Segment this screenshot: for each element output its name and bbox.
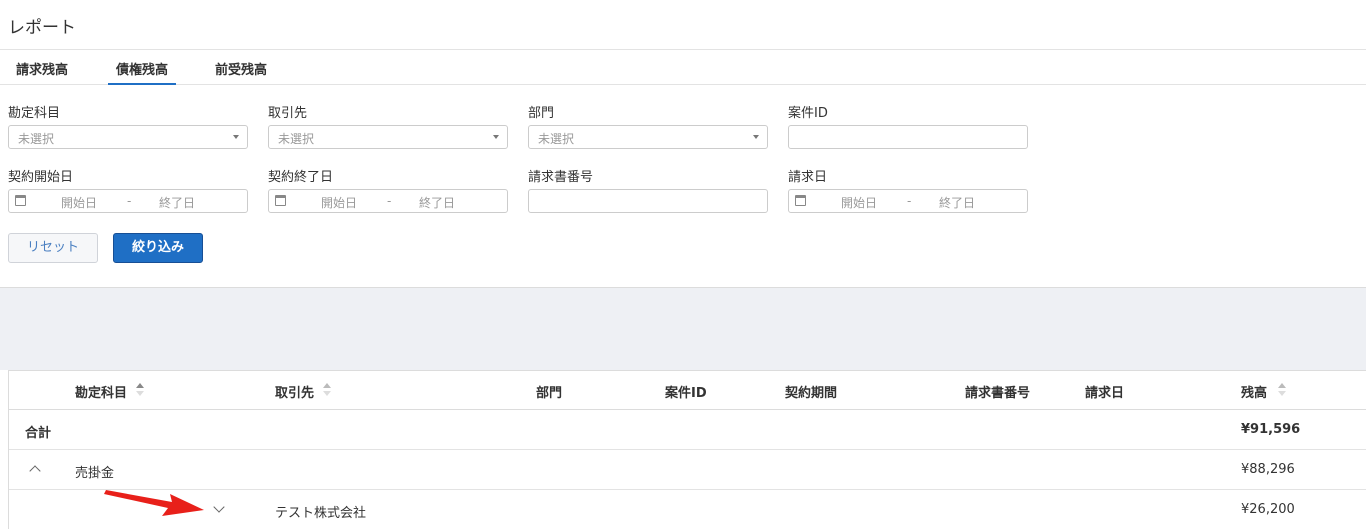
range-separator: - (387, 194, 392, 208)
range-separator: - (907, 194, 912, 208)
caret-down-icon (493, 135, 499, 139)
balance-table: 勘定科目 取引先 部門 案件ID 契約期間 請求書番号 請求日 残高 合計 ¥9… (8, 370, 1366, 529)
range-end-placeholder: 終了日 (419, 196, 456, 210)
contract-end-range[interactable]: 開始日 - 終了日 (268, 189, 508, 213)
annotation-arrow-icon (104, 490, 204, 516)
invoice-date-range[interactable]: 開始日 - 終了日 (788, 189, 1028, 213)
total-label: 合計 (25, 426, 52, 441)
column-partner[interactable]: 取引先 (275, 382, 314, 401)
column-department: 部門 (536, 386, 563, 401)
column-account[interactable]: 勘定科目 (75, 382, 127, 401)
chevron-down-icon[interactable] (213, 501, 225, 513)
invoice-number-label: 請求書番号 (528, 170, 594, 185)
project-id-input[interactable] (788, 125, 1028, 149)
sort-icon[interactable] (136, 383, 144, 397)
contract-start-range[interactable]: 開始日 - 終了日 (8, 189, 248, 213)
partner-select-placeholder: 未選択 (278, 132, 315, 146)
column-balance[interactable]: 残高 (1241, 382, 1267, 401)
table-row: 売掛金 ¥88,296 (9, 450, 1366, 490)
sort-icon[interactable] (323, 383, 331, 397)
page-header: レポート (0, 0, 1366, 50)
calendar-icon (15, 195, 26, 206)
sort-icon[interactable] (1278, 383, 1286, 397)
account-label: 勘定科目 (8, 106, 61, 121)
range-end-placeholder: 終了日 (159, 196, 196, 210)
filter-button[interactable]: 絞り込み (113, 233, 203, 263)
tab-billing-balance[interactable]: 請求残高 (16, 59, 68, 78)
range-separator: - (127, 194, 132, 208)
tab-receivables-balance[interactable]: 債権残高 (107, 59, 177, 85)
calendar-icon (795, 195, 806, 206)
caret-down-icon (753, 135, 759, 139)
account-cell: 売掛金 (75, 466, 115, 481)
department-select-placeholder: 未選択 (538, 132, 575, 146)
range-start-placeholder: 開始日 (61, 196, 98, 210)
range-end-placeholder: 終了日 (939, 196, 976, 210)
contract-end-label: 契約終了日 (268, 170, 334, 185)
total-row: 合計 ¥91,596 (9, 410, 1366, 450)
total-balance: ¥91,596 (1241, 422, 1301, 437)
contract-start-label: 契約開始日 (8, 170, 74, 185)
partner-label: 取引先 (268, 106, 308, 121)
column-project-id: 案件ID (665, 386, 707, 401)
tab-advance-balance[interactable]: 前受残高 (215, 59, 267, 78)
invoice-number-input[interactable] (528, 189, 768, 213)
tab-bar: 請求残高 債権残高 前受残高 (0, 50, 1366, 85)
partner-select[interactable]: 未選択 (268, 125, 508, 149)
table-row: テスト株式会社 ¥26,200 (25, 490, 1366, 529)
content-background (0, 288, 1366, 370)
column-contract-period: 契約期間 (785, 386, 838, 401)
page-title: レポート (8, 18, 76, 38)
calendar-icon (275, 195, 286, 206)
range-start-placeholder: 開始日 (841, 196, 878, 210)
department-select[interactable]: 未選択 (528, 125, 768, 149)
column-invoice-number: 請求書番号 (965, 386, 1031, 401)
caret-down-icon (233, 135, 239, 139)
column-invoice-date: 請求日 (1085, 386, 1125, 401)
account-select-placeholder: 未選択 (18, 132, 55, 146)
balance-cell: ¥26,200 (1241, 502, 1295, 517)
filter-panel: 勘定科目 取引先 部門 案件ID 未選択 未選択 未選択 契約開始日 契約終了日… (0, 86, 1366, 288)
range-start-placeholder: 開始日 (321, 196, 358, 210)
invoice-date-label: 請求日 (788, 170, 828, 185)
account-select[interactable]: 未選択 (8, 125, 248, 149)
department-label: 部門 (528, 106, 555, 121)
partner-cell: テスト株式会社 (275, 506, 367, 521)
chevron-up-icon[interactable] (29, 465, 41, 477)
reset-button[interactable]: リセット (8, 233, 98, 263)
project-id-label: 案件ID (788, 106, 828, 121)
table-header: 勘定科目 取引先 部門 案件ID 契約期間 請求書番号 請求日 残高 (9, 371, 1366, 410)
balance-cell: ¥88,296 (1241, 462, 1295, 477)
